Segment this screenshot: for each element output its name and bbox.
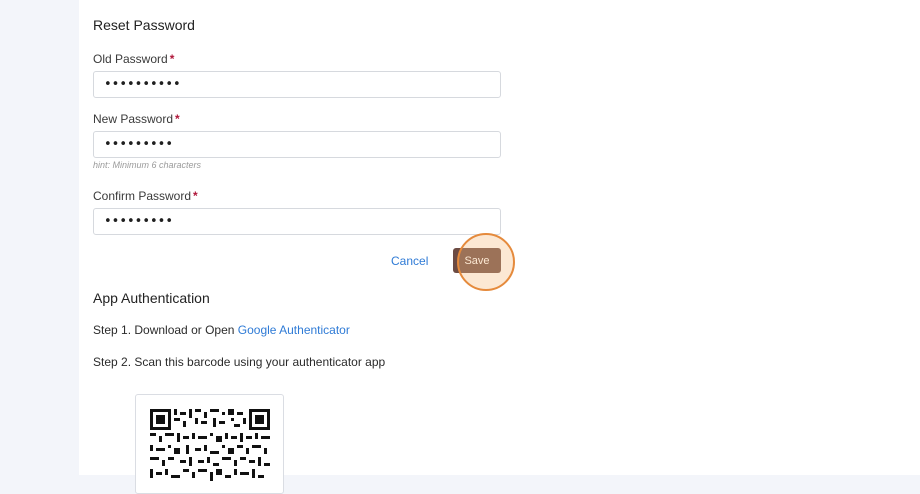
step-1-text: Step 1. Download or Open xyxy=(93,323,238,337)
google-authenticator-link[interactable]: Google Authenticator xyxy=(238,323,350,337)
reset-password-title: Reset Password xyxy=(93,17,195,33)
new-password-input[interactable]: ••••••••• xyxy=(93,131,501,158)
old-password-label-text: Old Password xyxy=(93,52,168,66)
confirm-password-label: Confirm Password * xyxy=(93,189,198,203)
required-mark: * xyxy=(175,112,180,126)
qr-code-icon xyxy=(150,409,270,481)
old-password-label: Old Password * xyxy=(93,52,174,66)
new-password-label: New Password * xyxy=(93,112,180,126)
new-password-hint: hint: Minimum 6 characters xyxy=(93,160,202,170)
confirm-password-label-text: Confirm Password xyxy=(93,189,192,203)
confirm-password-input[interactable]: ••••••••• xyxy=(93,208,501,235)
main-content: Reset Password Old Password * •••••••••• … xyxy=(79,0,920,494)
sidebar xyxy=(0,0,79,475)
app-authentication-title: App Authentication xyxy=(93,290,210,306)
new-password-label-text: New Password xyxy=(93,112,174,126)
required-mark: * xyxy=(193,189,198,203)
step-1: Step 1. Download or Open Google Authenti… xyxy=(93,323,350,337)
qr-code-card xyxy=(135,394,284,494)
step-2: Step 2. Scan this barcode using your aut… xyxy=(93,355,386,369)
required-mark: * xyxy=(169,52,175,66)
cancel-button[interactable]: Cancel xyxy=(391,254,428,268)
old-password-input[interactable]: •••••••••• xyxy=(93,71,501,98)
save-button[interactable]: Save xyxy=(453,248,501,273)
